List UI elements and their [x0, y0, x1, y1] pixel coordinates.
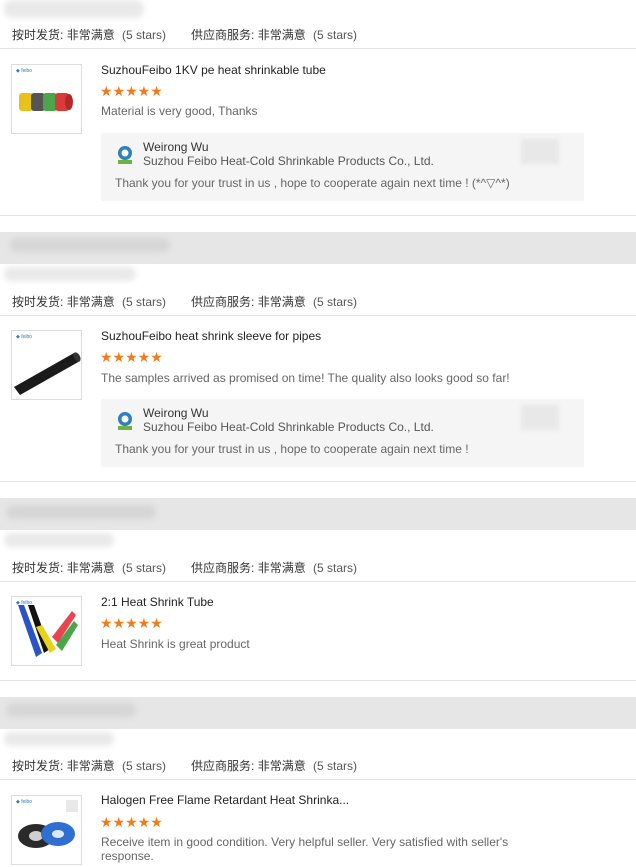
on-time-value: 非常满意	[66, 28, 115, 42]
divider	[0, 215, 636, 216]
star-rating: ★★★★★	[100, 615, 163, 631]
seller-reply: Weirong Wu Suzhou Feibo Heat-Cold Shrink…	[101, 133, 584, 201]
on-time-stars: (5 stars)	[122, 295, 167, 309]
blurred-buyer-name	[6, 505, 156, 519]
feibo-logo-icon: ◆ feibo	[16, 68, 33, 74]
divider	[0, 581, 636, 582]
ratings-row: 按时发货: 非常满意 (5 stars) 供应商服务: 非常满意 (5 star…	[12, 26, 357, 43]
on-time-label: 按时发货:	[12, 295, 64, 309]
star-rating: ★★★★★	[100, 814, 163, 830]
blurred-buyer-name	[10, 238, 170, 252]
reply-author: Weirong Wu	[143, 140, 209, 154]
product-thumbnail[interactable]: ◆ feibo	[11, 795, 82, 865]
supplier-stars: (5 stars)	[313, 759, 358, 773]
product-title[interactable]: Halogen Free Flame Retardant Heat Shrink…	[101, 793, 349, 807]
feibo-logo-icon: ◆ feibo	[16, 600, 33, 606]
product-thumbnail[interactable]: ◆ feibo	[11, 330, 82, 400]
blurred-date	[521, 405, 559, 430]
ratings-row: 按时发货: 非常满意 (5 stars) 供应商服务: 非常满意 (5 star…	[12, 293, 357, 310]
feibo-logo-icon	[118, 412, 132, 430]
blurred-buyer-info	[4, 0, 144, 18]
supplier-stars: (5 stars)	[313, 295, 358, 309]
supplier-rating: 供应商服务: 非常满意 (5 stars)	[191, 559, 357, 576]
divider	[0, 48, 636, 49]
supplier-rating: 供应商服务: 非常满意 (5 stars)	[191, 293, 357, 310]
divider	[0, 779, 636, 780]
feibo-logo-icon: ◆ feibo	[16, 334, 33, 340]
supplier-label: 供应商服务:	[191, 295, 255, 309]
review-comment: Receive item in good condition. Very hel…	[101, 835, 509, 863]
blurred-date	[521, 139, 559, 164]
reply-text: Thank you for your trust in us , hope to…	[115, 442, 469, 456]
feibo-logo-icon	[118, 146, 132, 164]
tape-rolls-image	[18, 800, 78, 848]
star-rating: ★★★★★	[100, 349, 163, 365]
supplier-label: 供应商服务:	[191, 759, 255, 773]
supplier-value: 非常满意	[257, 759, 306, 773]
divider	[0, 315, 636, 316]
supplier-value: 非常满意	[257, 561, 306, 575]
heat-shrink-rolls-image	[19, 93, 73, 111]
product-title[interactable]: SuzhouFeibo heat shrink sleeve for pipes	[101, 329, 321, 343]
on-time-stars: (5 stars)	[122, 759, 167, 773]
blurred-buyer-info	[4, 533, 114, 547]
on-time-stars: (5 stars)	[122, 28, 167, 42]
supplier-stars: (5 stars)	[313, 561, 358, 575]
divider	[0, 481, 636, 482]
blurred-buyer-info	[4, 732, 114, 746]
supplier-rating: 供应商服务: 非常满意 (5 stars)	[191, 26, 357, 43]
reply-author: Weirong Wu	[143, 406, 209, 420]
supplier-value: 非常满意	[257, 28, 306, 42]
on-time-label: 按时发货:	[12, 759, 64, 773]
product-title[interactable]: SuzhouFeibo 1KV pe heat shrinkable tube	[101, 63, 326, 77]
on-time-label: 按时发货:	[12, 561, 64, 575]
supplier-rating: 供应商服务: 非常满意 (5 stars)	[191, 757, 357, 774]
on-time-value: 非常满意	[66, 561, 115, 575]
blurred-buyer-info	[4, 267, 136, 281]
reply-company: Suzhou Feibo Heat-Cold Shrinkable Produc…	[143, 420, 434, 434]
ratings-row: 按时发货: 非常满意 (5 stars) 供应商服务: 非常满意 (5 star…	[12, 559, 357, 576]
review-comment: Heat Shrink is great product	[101, 637, 250, 651]
product-title[interactable]: 2:1 Heat Shrink Tube	[101, 595, 214, 609]
divider	[0, 680, 636, 681]
black-sleeve-image	[14, 352, 81, 395]
supplier-value: 非常满意	[257, 295, 306, 309]
review-comment: The samples arrived as promised on time!…	[101, 371, 510, 385]
product-thumbnail[interactable]: ◆ feibo	[11, 596, 82, 666]
star-rating: ★★★★★	[100, 83, 163, 99]
feibo-logo-icon: ◆ feibo	[16, 799, 33, 805]
on-time-value: 非常满意	[66, 295, 115, 309]
reply-text: Thank you for your trust in us , hope to…	[115, 176, 510, 190]
colored-tubes-image	[18, 605, 78, 657]
product-thumbnail[interactable]: ◆ feibo	[11, 64, 82, 134]
on-time-value: 非常满意	[66, 759, 115, 773]
supplier-label: 供应商服务:	[191, 561, 255, 575]
on-time-label: 按时发货:	[12, 28, 64, 42]
on-time-stars: (5 stars)	[122, 561, 167, 575]
supplier-stars: (5 stars)	[313, 28, 358, 42]
blurred-buyer-name	[6, 703, 136, 717]
supplier-label: 供应商服务:	[191, 28, 255, 42]
reply-company: Suzhou Feibo Heat-Cold Shrinkable Produc…	[143, 154, 434, 168]
seller-reply: Weirong Wu Suzhou Feibo Heat-Cold Shrink…	[101, 399, 584, 467]
ratings-row: 按时发货: 非常满意 (5 stars) 供应商服务: 非常满意 (5 star…	[12, 757, 357, 774]
review-comment: Material is very good, Thanks	[101, 104, 258, 118]
